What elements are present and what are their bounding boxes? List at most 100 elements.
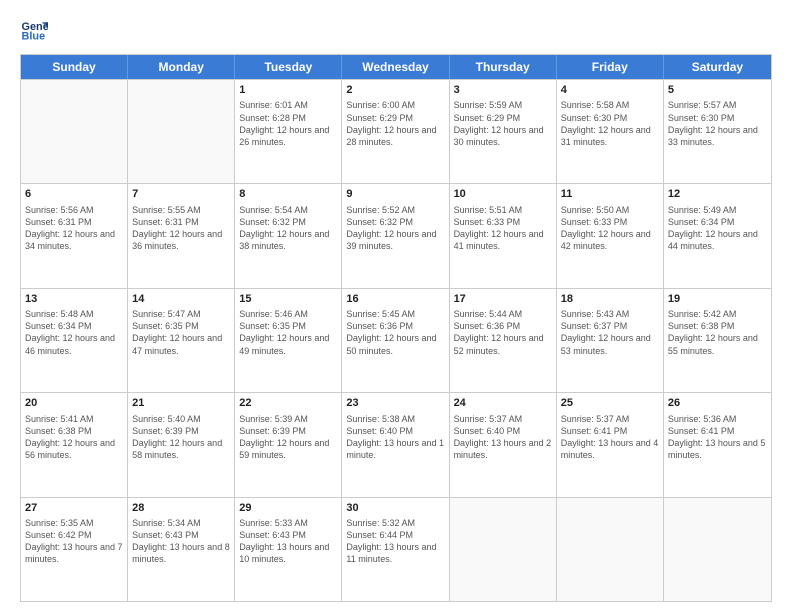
- calendar-day-5: 5Sunrise: 5:57 AMSunset: 6:30 PMDaylight…: [664, 80, 771, 183]
- sunrise-text: Sunrise: 5:40 AM: [132, 413, 230, 425]
- calendar-day-23: 23Sunrise: 5:38 AMSunset: 6:40 PMDayligh…: [342, 393, 449, 496]
- calendar-day-17: 17Sunrise: 5:44 AMSunset: 6:36 PMDayligh…: [450, 289, 557, 392]
- calendar-week-4: 20Sunrise: 5:41 AMSunset: 6:38 PMDayligh…: [21, 392, 771, 496]
- sunrise-text: Sunrise: 5:52 AM: [346, 204, 444, 216]
- sunrise-text: Sunrise: 5:33 AM: [239, 517, 337, 529]
- sunset-text: Sunset: 6:34 PM: [25, 320, 123, 332]
- daylight-text: Daylight: 12 hours and 56 minutes.: [25, 437, 123, 461]
- calendar-day-30: 30Sunrise: 5:32 AMSunset: 6:44 PMDayligh…: [342, 498, 449, 601]
- sunrise-text: Sunrise: 5:39 AM: [239, 413, 337, 425]
- day-number: 19: [668, 292, 767, 307]
- sunrise-text: Sunrise: 5:55 AM: [132, 204, 230, 216]
- sunset-text: Sunset: 6:40 PM: [454, 425, 552, 437]
- daylight-text: Daylight: 12 hours and 59 minutes.: [239, 437, 337, 461]
- daylight-text: Daylight: 12 hours and 52 minutes.: [454, 332, 552, 356]
- day-number: 17: [454, 292, 552, 307]
- sunset-text: Sunset: 6:32 PM: [239, 216, 337, 228]
- daylight-text: Daylight: 12 hours and 33 minutes.: [668, 124, 767, 148]
- day-number: 14: [132, 292, 230, 307]
- sunset-text: Sunset: 6:41 PM: [561, 425, 659, 437]
- calendar-week-3: 13Sunrise: 5:48 AMSunset: 6:34 PMDayligh…: [21, 288, 771, 392]
- sunrise-text: Sunrise: 5:43 AM: [561, 308, 659, 320]
- sunrise-text: Sunrise: 5:48 AM: [25, 308, 123, 320]
- sunrise-text: Sunrise: 6:00 AM: [346, 99, 444, 111]
- sunset-text: Sunset: 6:35 PM: [239, 320, 337, 332]
- svg-text:Blue: Blue: [22, 30, 46, 42]
- calendar-day-18: 18Sunrise: 5:43 AMSunset: 6:37 PMDayligh…: [557, 289, 664, 392]
- calendar-day-28: 28Sunrise: 5:34 AMSunset: 6:43 PMDayligh…: [128, 498, 235, 601]
- calendar-day-24: 24Sunrise: 5:37 AMSunset: 6:40 PMDayligh…: [450, 393, 557, 496]
- sunrise-text: Sunrise: 5:47 AM: [132, 308, 230, 320]
- sunset-text: Sunset: 6:39 PM: [132, 425, 230, 437]
- daylight-text: Daylight: 13 hours and 7 minutes.: [25, 541, 123, 565]
- calendar-day-21: 21 Sunrise: 5:40 AMSunset: 6:39 PMDayligh…: [128, 393, 235, 496]
- day-number: 12: [668, 187, 767, 202]
- sunrise-text: Sunrise: 5:58 AM: [561, 99, 659, 111]
- sunrise-text: Sunrise: 5:57 AM: [668, 99, 767, 111]
- sunrise-text: Sunrise: 5:54 AM: [239, 204, 337, 216]
- sunrise-text: Sunrise: 5:49 AM: [668, 204, 767, 216]
- daylight-text: Daylight: 12 hours and 55 minutes.: [668, 332, 767, 356]
- sunset-text: Sunset: 6:44 PM: [346, 529, 444, 541]
- sunset-text: Sunset: 6:31 PM: [132, 216, 230, 228]
- day-number: 4: [561, 83, 659, 98]
- calendar-day-7: 7Sunrise: 5:55 AMSunset: 6:31 PMDaylight…: [128, 184, 235, 287]
- calendar-day-9: 9Sunrise: 5:52 AMSunset: 6:32 PMDaylight…: [342, 184, 449, 287]
- day-number: 11: [561, 187, 659, 202]
- calendar-body: 1Sunrise: 6:01 AMSunset: 6:28 PMDaylight…: [21, 79, 771, 601]
- header-day-monday: Monday: [128, 55, 235, 79]
- sunset-text: Sunset: 6:31 PM: [25, 216, 123, 228]
- sunset-text: Sunset: 6:42 PM: [25, 529, 123, 541]
- daylight-text: Daylight: 13 hours and 8 minutes.: [132, 541, 230, 565]
- day-number: 30: [346, 501, 444, 516]
- calendar-day-26: 26Sunrise: 5:36 AMSunset: 6:41 PMDayligh…: [664, 393, 771, 496]
- calendar-week-2: 6Sunrise: 5:56 AMSunset: 6:31 PMDaylight…: [21, 183, 771, 287]
- day-number: 28: [132, 501, 230, 516]
- calendar-day-11: 11Sunrise: 5:50 AMSunset: 6:33 PMDayligh…: [557, 184, 664, 287]
- daylight-text: Daylight: 12 hours and 26 minutes.: [239, 124, 337, 148]
- calendar-day-13: 13Sunrise: 5:48 AMSunset: 6:34 PMDayligh…: [21, 289, 128, 392]
- sunset-text: Sunset: 6:32 PM: [346, 216, 444, 228]
- day-number: 25: [561, 396, 659, 411]
- page: General Blue SundayMondayTuesdayWednesda…: [0, 0, 792, 612]
- sunrise-text: Sunrise: 5:42 AM: [668, 308, 767, 320]
- day-number: 18: [561, 292, 659, 307]
- daylight-text: Daylight: 12 hours and 53 minutes.: [561, 332, 659, 356]
- sunrise-text: Sunrise: 5:50 AM: [561, 204, 659, 216]
- sunrise-text: Sunrise: 5:51 AM: [454, 204, 552, 216]
- daylight-text: Daylight: 12 hours and 46 minutes.: [25, 332, 123, 356]
- sunset-text: Sunset: 6:33 PM: [561, 216, 659, 228]
- header-day-friday: Friday: [557, 55, 664, 79]
- sunset-text: Sunset: 6:38 PM: [25, 425, 123, 437]
- daylight-text: Daylight: 13 hours and 1 minute.: [346, 437, 444, 461]
- calendar-day-27: 27Sunrise: 5:35 AMSunset: 6:42 PMDayligh…: [21, 498, 128, 601]
- calendar-header-row: SundayMondayTuesdayWednesdayThursdayFrid…: [21, 55, 771, 79]
- daylight-text: Daylight: 12 hours and 58 minutes.: [132, 437, 230, 461]
- sunrise-text: Sunrise: 5:36 AM: [668, 413, 767, 425]
- calendar-week-5: 27Sunrise: 5:35 AMSunset: 6:42 PMDayligh…: [21, 497, 771, 601]
- day-number: 21: [132, 396, 230, 411]
- daylight-text: Daylight: 12 hours and 44 minutes.: [668, 228, 767, 252]
- sunrise-text: Sunrise: 5:44 AM: [454, 308, 552, 320]
- calendar-empty-cell: [664, 498, 771, 601]
- calendar-day-10: 10Sunrise: 5:51 AMSunset: 6:33 PMDayligh…: [450, 184, 557, 287]
- calendar: SundayMondayTuesdayWednesdayThursdayFrid…: [20, 54, 772, 602]
- sunset-text: Sunset: 6:37 PM: [561, 320, 659, 332]
- sunrise-text: Sunrise: 5:37 AM: [454, 413, 552, 425]
- sunset-text: Sunset: 6:30 PM: [561, 112, 659, 124]
- sunset-text: Sunset: 6:35 PM: [132, 320, 230, 332]
- day-number: 6: [25, 187, 123, 202]
- day-number: 20: [25, 396, 123, 411]
- day-number: 15: [239, 292, 337, 307]
- header-day-sunday: Sunday: [21, 55, 128, 79]
- sunset-text: Sunset: 6:28 PM: [239, 112, 337, 124]
- calendar-day-3: 3Sunrise: 5:59 AMSunset: 6:29 PMDaylight…: [450, 80, 557, 183]
- calendar-day-12: 12Sunrise: 5:49 AMSunset: 6:34 PMDayligh…: [664, 184, 771, 287]
- header-day-thursday: Thursday: [450, 55, 557, 79]
- sunset-text: Sunset: 6:29 PM: [346, 112, 444, 124]
- logo-icon: General Blue: [20, 16, 48, 44]
- sunset-text: Sunset: 6:39 PM: [239, 425, 337, 437]
- calendar-day-1: 1Sunrise: 6:01 AMSunset: 6:28 PMDaylight…: [235, 80, 342, 183]
- calendar-empty-cell: [557, 498, 664, 601]
- daylight-text: Daylight: 13 hours and 2 minutes.: [454, 437, 552, 461]
